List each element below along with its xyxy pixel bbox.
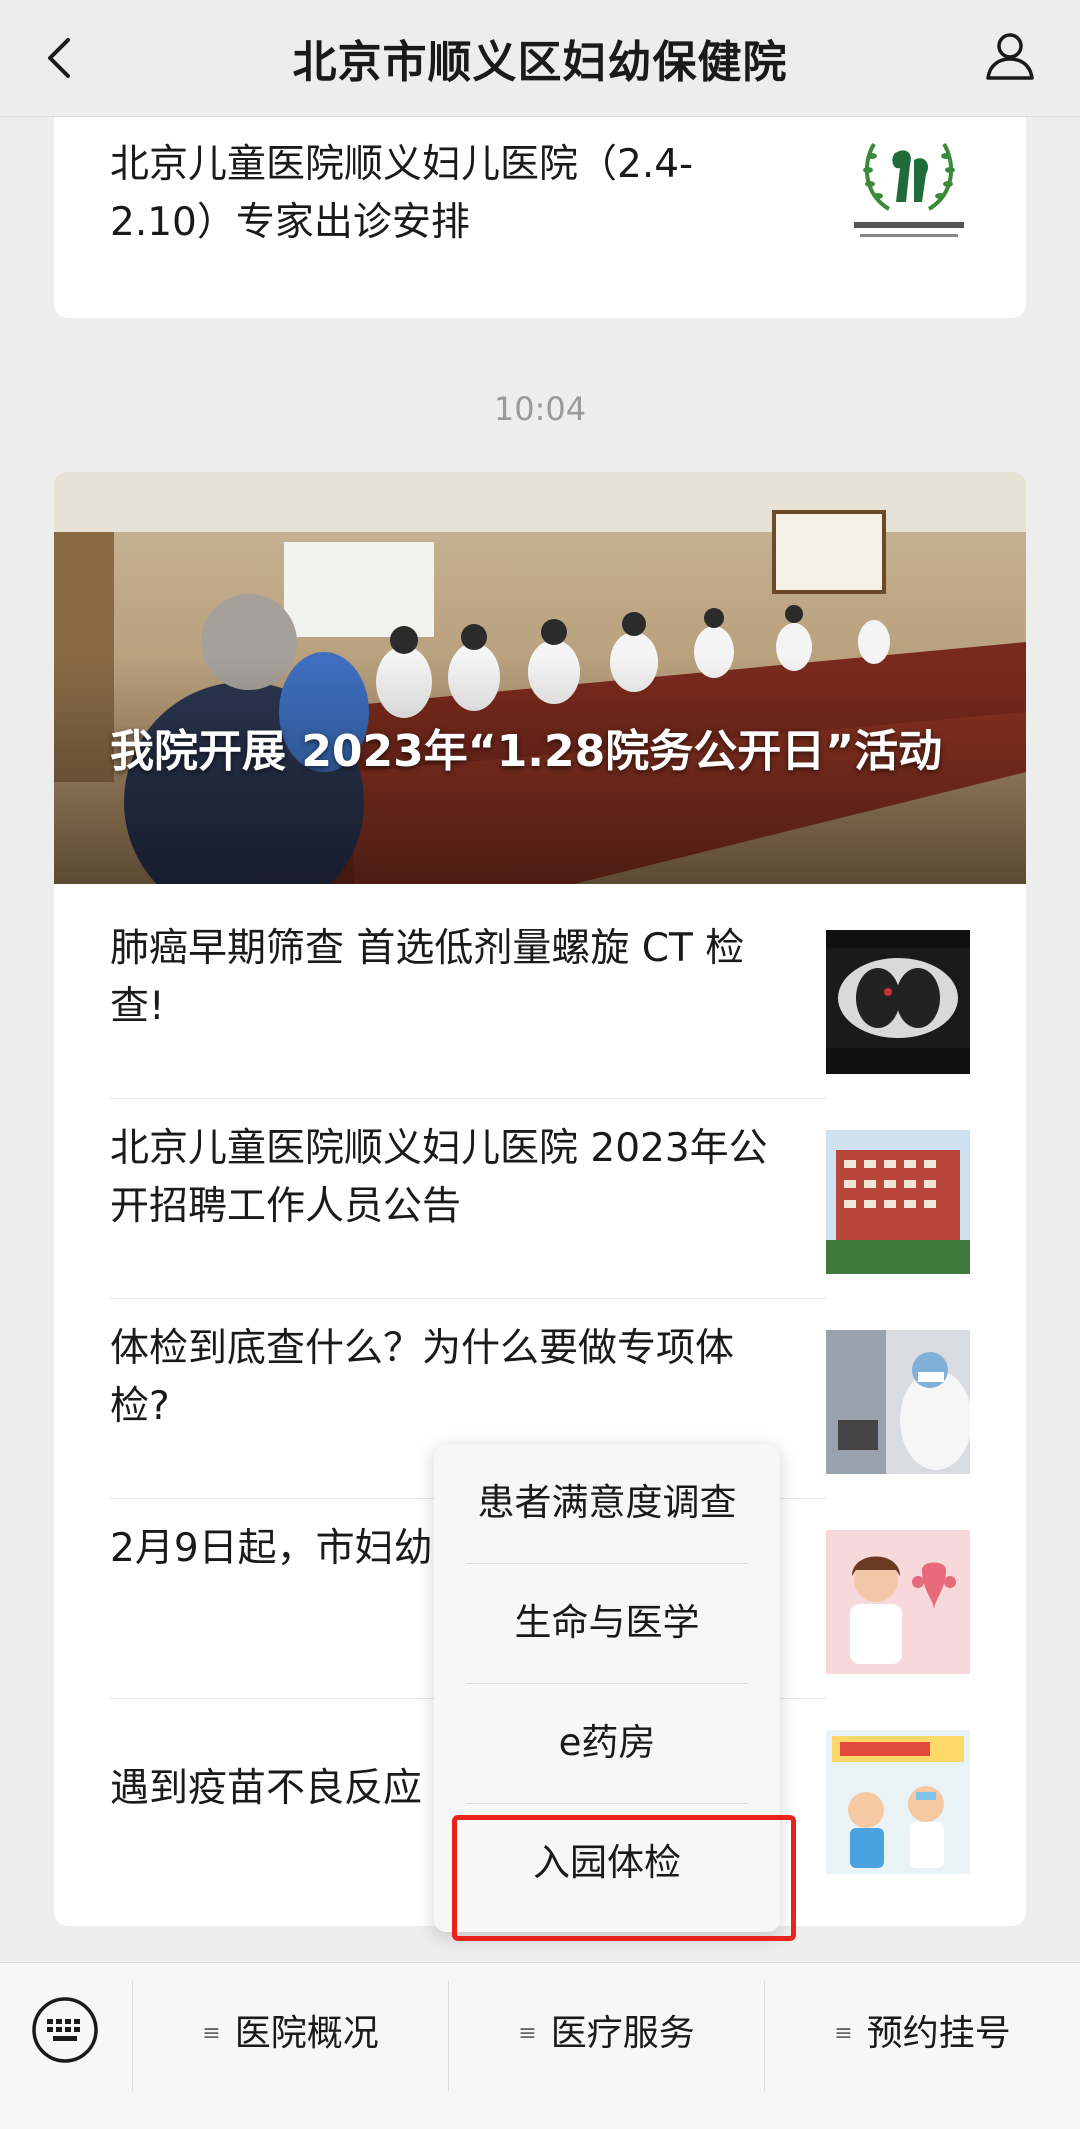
article-thumbnail (826, 930, 970, 1074)
article-card[interactable]: 北京儿童医院顺义妇儿医院（2.4-2.10）专家出诊安排 (54, 86, 1026, 318)
menu-item-satisfaction-survey[interactable]: 患者满意度调查 (466, 1444, 748, 1562)
menu-item-e-pharmacy[interactable]: e药房 (466, 1684, 748, 1802)
page-title: 北京市顺义区妇幼保健院 (292, 37, 788, 88)
article-title: 北京儿童医院顺义妇儿医院 2023年公开招聘工作人员公告 (110, 1126, 768, 1229)
divider (110, 1098, 970, 1100)
article-thumbnail (826, 1130, 970, 1274)
keyboard-icon[interactable] (30, 1995, 100, 2065)
bottom-menu-bar: ≡ 医院概况 ≡ 医疗服务 ≡ 预约挂号 (0, 1962, 1080, 2129)
divider (110, 1298, 970, 1300)
hero-article[interactable]: 我院开展 2023年“1.28院务公开日”活动 (54, 472, 1026, 884)
list-item[interactable]: 肺癌早期筛查 首选低剂量螺旋 CT 检查! (110, 920, 970, 1080)
article-title: 体检到底查什么？为什么要做专项体检? (110, 1326, 735, 1429)
menu-item-life-and-medicine[interactable]: 生命与医学 (466, 1564, 748, 1682)
timestamp: 10:04 (493, 390, 587, 428)
tab-appointment[interactable]: ≡ 预约挂号 (765, 1983, 1080, 2083)
menu-lines-icon: ≡ (834, 2021, 853, 2046)
tab-hospital-overview[interactable]: ≡ 医院概况 (133, 1983, 448, 2083)
article-thumbnail (826, 1730, 970, 1874)
submenu-popup: 患者满意度调查 生命与医学 e药房 入园体检 (434, 1444, 780, 1932)
article-title: 肺癌早期筛查 首选低剂量螺旋 CT 检查! (110, 926, 745, 1029)
menu-lines-icon: ≡ (518, 2021, 537, 2046)
hospital-logo (834, 124, 984, 254)
user-icon[interactable] (982, 28, 1038, 84)
tab-medical-services[interactable]: ≡ 医疗服务 (449, 1983, 764, 2083)
menu-lines-icon: ≡ (202, 2021, 221, 2046)
menu-item-kindergarten-checkup[interactable]: 入园体检 (466, 1804, 748, 1922)
article-title: 北京儿童医院顺义妇儿医院（2.4-2.10）专家出诊安排 (110, 142, 694, 245)
article-thumbnail (826, 1330, 970, 1474)
list-item[interactable]: 北京儿童医院顺义妇儿医院 2023年公开招聘工作人员公告 (110, 1120, 970, 1280)
top-bar: 北京市顺义区妇幼保健院 (0, 0, 1080, 117)
hero-article-title: 我院开展 2023年“1.28院务公开日”活动 (110, 726, 943, 777)
hero-image (54, 472, 1026, 884)
article-thumbnail (826, 1530, 970, 1674)
